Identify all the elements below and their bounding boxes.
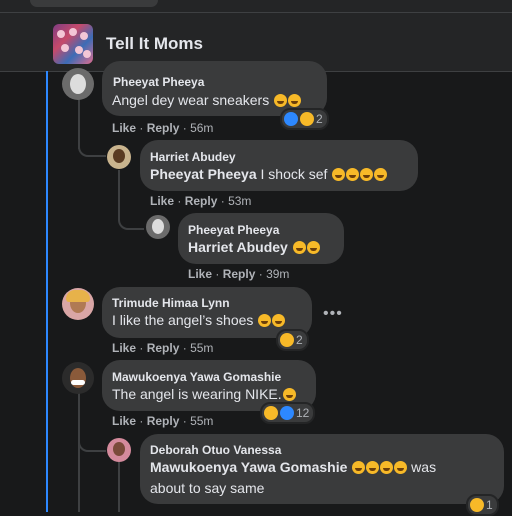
rofl-emoji-icon: [394, 461, 408, 474]
smirking-emoji-icon: [272, 314, 286, 327]
comment-timestamp[interactable]: 53m: [228, 194, 251, 208]
comment-actions: Like · Reply · 39m: [188, 267, 289, 281]
haha-reaction-icon: [280, 333, 294, 347]
action-separator: ·: [139, 121, 144, 135]
comment-timestamp[interactable]: 55m: [190, 414, 213, 428]
laughing-emoji-icon: [288, 94, 302, 107]
comment-text-continued: about to say same: [150, 480, 265, 496]
top-bar: [0, 0, 512, 13]
action-separator: ·: [258, 267, 263, 281]
comment-author[interactable]: Mawukoenya Yawa Gomashie: [112, 370, 281, 384]
action-separator: ·: [182, 121, 187, 135]
like-reaction-icon: [280, 406, 294, 420]
reply-button[interactable]: Reply: [147, 341, 180, 355]
comment-text: Angel dey wear sneakers: [112, 92, 302, 108]
comment-timestamp[interactable]: 56m: [190, 121, 213, 135]
laughing-emoji-icon: [274, 94, 288, 107]
avatar[interactable]: [146, 215, 170, 239]
avatar[interactable]: [62, 68, 94, 100]
like-button[interactable]: Like: [150, 194, 174, 208]
thread-connector: [78, 430, 106, 452]
reply-button[interactable]: Reply: [223, 267, 256, 281]
action-separator: ·: [139, 341, 144, 355]
action-separator: ·: [182, 341, 187, 355]
thread-connector: [118, 205, 144, 230]
reply-button[interactable]: Reply: [147, 121, 180, 135]
action-separator: ·: [177, 194, 182, 208]
reply-button[interactable]: Reply: [185, 194, 218, 208]
comment-text: I like the angel’s shoes: [112, 312, 286, 328]
grinning-emoji-icon: [306, 241, 320, 254]
comment-author[interactable]: Harriet Abudey: [150, 150, 236, 164]
reaction-count: 12: [296, 406, 310, 420]
comment-timestamp[interactable]: 39m: [266, 267, 289, 281]
comment-text: Harriet Abudey: [188, 239, 320, 255]
comment-text: Pheeyat Pheeya I shock sef: [150, 166, 388, 182]
grinning-emoji-icon: [292, 241, 306, 254]
action-separator: ·: [215, 267, 220, 281]
comment-text: Mawukoenya Yawa Gomashie was: [150, 459, 437, 475]
reaction-count: 1: [486, 498, 493, 512]
comment-text: The angel is wearing NIKE.: [112, 386, 296, 402]
like-button[interactable]: Like: [112, 414, 136, 428]
comment-author[interactable]: Pheeyat Pheeya: [113, 75, 204, 89]
haha-reaction-icon: [470, 498, 484, 512]
action-separator: ·: [139, 414, 144, 428]
rofl-emoji-icon: [374, 168, 388, 181]
haha-reaction-icon: [264, 406, 278, 420]
reply-button[interactable]: Reply: [147, 414, 180, 428]
comment-actions: Like · Reply · 55m: [112, 414, 213, 428]
rofl-emoji-icon: [332, 168, 346, 181]
comment-actions: Like · Reply · 56m: [112, 121, 213, 135]
thinking-emoji-icon: [282, 388, 296, 401]
more-options-icon[interactable]: •••: [323, 305, 343, 323]
reaction-summary[interactable]: 1: [466, 494, 499, 516]
reaction-summary[interactable]: 12: [260, 402, 316, 424]
like-button[interactable]: Like: [112, 341, 136, 355]
mention-link[interactable]: Harriet Abudey: [188, 239, 288, 255]
thread-connector: [78, 393, 80, 512]
comment-actions: Like · Reply · 55m: [112, 341, 213, 355]
mention-link[interactable]: Pheeyat Pheeya: [150, 166, 257, 182]
rofl-emoji-icon: [346, 168, 360, 181]
thread-indicator: [46, 71, 48, 512]
group-avatar[interactable]: [53, 24, 93, 64]
mention-link[interactable]: Mawukoenya Yawa Gomashie: [150, 459, 347, 475]
smirking-emoji-icon: [258, 314, 272, 327]
previous-post-edge: [30, 0, 158, 7]
rofl-emoji-icon: [380, 461, 394, 474]
thread-connector: [118, 462, 120, 512]
reaction-summary[interactable]: 2: [276, 329, 309, 351]
haha-reaction-icon: [300, 112, 314, 126]
avatar[interactable]: [62, 362, 94, 394]
rofl-emoji-icon: [360, 168, 374, 181]
reaction-count: 2: [296, 333, 303, 347]
comment-author[interactable]: Pheeyat Pheeya: [188, 223, 279, 237]
rofl-emoji-icon: [352, 461, 366, 474]
avatar[interactable]: [107, 145, 131, 169]
comment-author[interactable]: Deborah Otuo Vanessa: [150, 443, 281, 457]
like-reaction-icon: [284, 112, 298, 126]
rofl-emoji-icon: [366, 461, 380, 474]
like-button[interactable]: Like: [112, 121, 136, 135]
comment-actions: Like · Reply · 53m: [150, 194, 251, 208]
avatar[interactable]: [62, 288, 94, 320]
reaction-summary[interactable]: 2: [280, 108, 329, 130]
comment-timestamp[interactable]: 55m: [190, 341, 213, 355]
reaction-count: 2: [316, 112, 323, 126]
avatar[interactable]: [107, 438, 131, 462]
comment-author[interactable]: Trimude Himaa Lynn: [112, 296, 230, 310]
like-button[interactable]: Like: [188, 267, 212, 281]
thread-connector: [78, 130, 106, 157]
action-separator: ·: [182, 414, 187, 428]
group-name[interactable]: Tell It Moms: [106, 34, 203, 54]
action-separator: ·: [220, 194, 225, 208]
